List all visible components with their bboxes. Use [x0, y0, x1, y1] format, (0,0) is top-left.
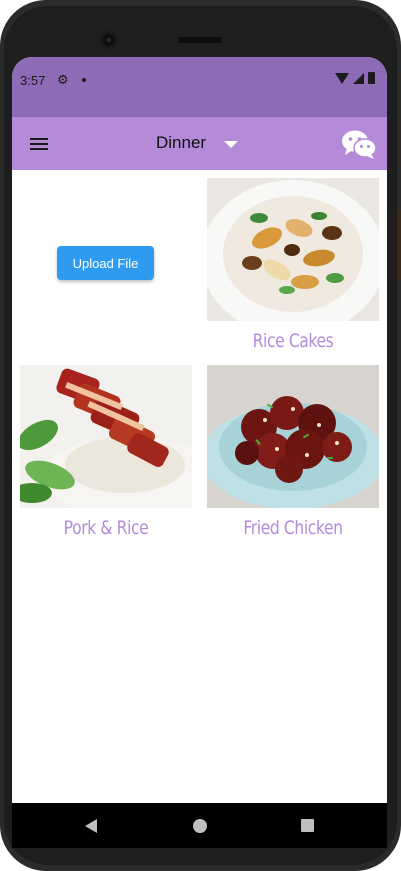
card-caption: Fried Chicken: [243, 517, 343, 539]
food-card-pork-rice[interactable]: Pork & Rice: [12, 365, 220, 539]
pork-rice-image: [12, 365, 220, 517]
home-icon[interactable]: [193, 819, 207, 833]
dropdown-selected-value: Dinner: [156, 133, 207, 152]
status-bar: 3:57 ⚙: [12, 57, 387, 117]
wifi-icon: [335, 72, 349, 84]
rice-cakes-image: [201, 178, 385, 336]
camera-lens: [107, 38, 111, 42]
hamburger-menu-icon[interactable]: [30, 138, 48, 150]
wechat-icon[interactable]: [341, 129, 377, 159]
earpiece-speaker: [178, 37, 222, 43]
food-card-fried-chicken[interactable]: Fried Chicken: [201, 365, 385, 539]
meal-dropdown[interactable]: Dinner: [156, 133, 239, 153]
status-indicators: [335, 72, 375, 84]
chevron-down-icon: [224, 140, 239, 148]
notification-dot-icon: [82, 78, 86, 82]
card-caption: Pork & Rice: [63, 517, 149, 539]
app-screen: 3:57 ⚙ Dinner Upload File Rice Cakes Por…: [12, 57, 387, 803]
food-card-rice-cakes[interactable]: Rice Cakes: [201, 178, 385, 352]
card-caption: Rice Cakes: [252, 330, 334, 352]
content-grid: Upload File Rice Cakes Pork & Rice Fried…: [12, 170, 387, 803]
gear-icon: ⚙: [57, 72, 69, 87]
upload-file-button[interactable]: Upload File: [57, 246, 154, 280]
status-time: 3:57: [20, 73, 46, 88]
back-icon[interactable]: [85, 819, 97, 833]
system-nav-bar: [12, 803, 387, 848]
recents-icon[interactable]: [301, 819, 314, 832]
fried-chicken-image: [201, 365, 385, 509]
signal-icon: [353, 72, 364, 84]
phone-frame: 3:57 ⚙ Dinner Upload File Rice Cakes Por…: [0, 0, 401, 871]
battery-icon: [368, 72, 375, 84]
app-bar: Dinner: [12, 117, 387, 170]
